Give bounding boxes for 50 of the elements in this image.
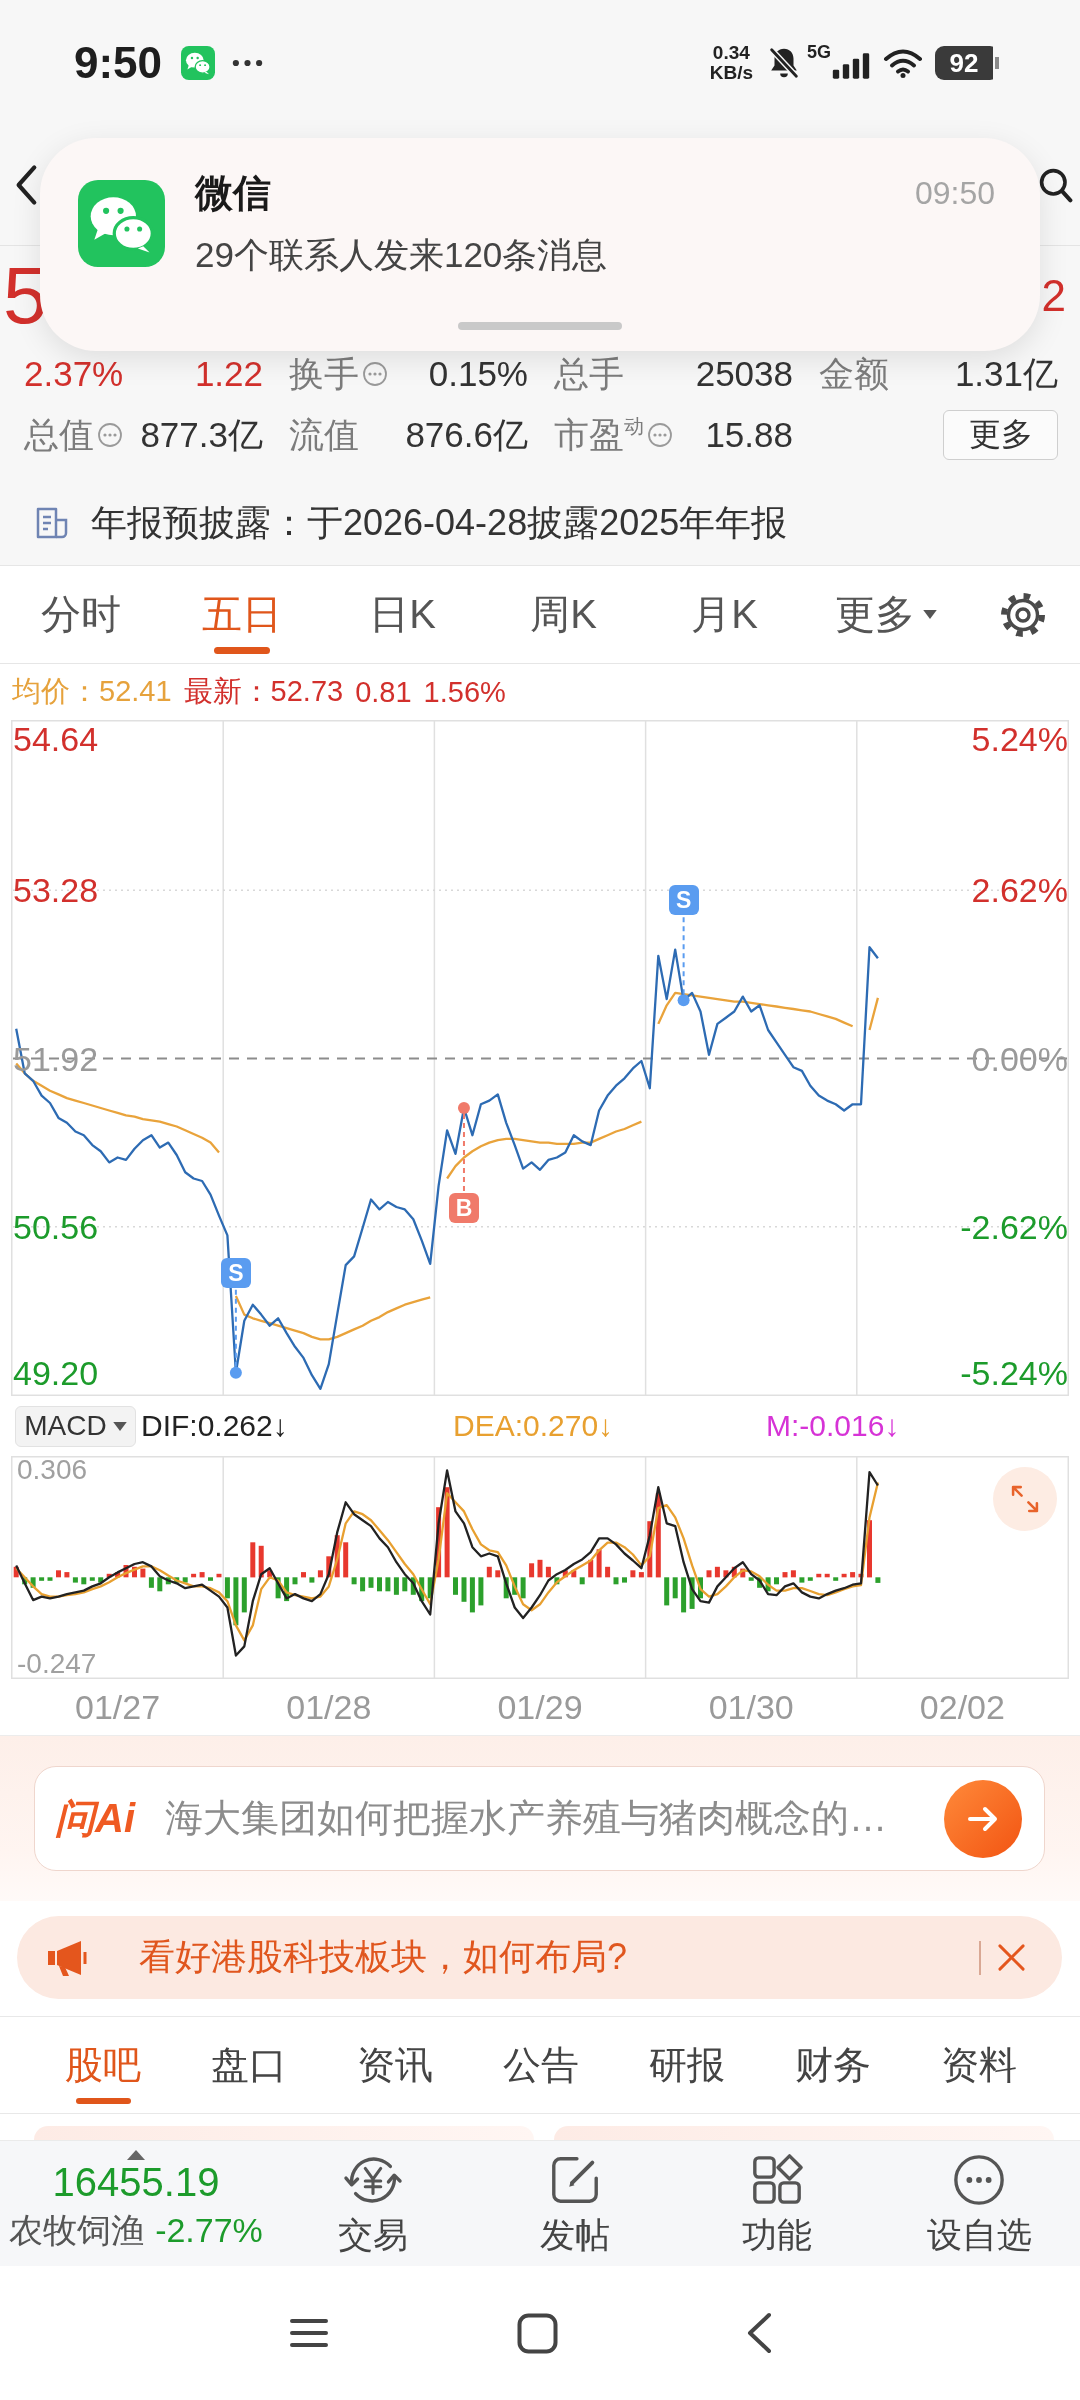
- network-type: 5G: [807, 42, 831, 61]
- stat-value: 877.3亿: [140, 413, 263, 456]
- date-label: 02/02: [919, 1687, 1005, 1727]
- macd-axis-label: -0.247: [17, 1649, 97, 1678]
- date-label: 01/27: [75, 1687, 161, 1727]
- price-reading: 均价：52.41: [12, 674, 172, 709]
- percent-axis-label: -2.62%: [960, 1206, 1068, 1247]
- clock-time: 9:50: [74, 37, 163, 88]
- change-percent: 2.37%: [24, 354, 124, 394]
- index-value: 16455.19: [52, 2160, 220, 2204]
- stat-label: 流值: [289, 413, 359, 456]
- stat-value: 15.88: [705, 415, 793, 455]
- price-axis-label: 54.64: [13, 719, 99, 759]
- index-change: -2.77%: [155, 2210, 263, 2251]
- stat-label: 换手: [289, 352, 359, 395]
- ai-logo: 问Ai: [55, 1795, 135, 1842]
- date-label: 01/29: [497, 1687, 583, 1727]
- price-reading: 最新：52.73: [183, 674, 344, 709]
- date-label: 01/30: [708, 1687, 794, 1727]
- speed-unit: KB/s: [709, 62, 753, 83]
- date-label: 01/28: [286, 1687, 372, 1727]
- stat-label: 市盈$^{动}$: [554, 413, 644, 456]
- stat-value: 0.15%: [428, 354, 528, 394]
- indicator-reading: M:-0.016↓: [766, 1409, 900, 1443]
- stat-label: 金额: [819, 352, 889, 395]
- value-fragment: 2: [1041, 274, 1066, 318]
- price-reading: 1.56%: [423, 675, 506, 709]
- stat-label: 总值: [24, 413, 94, 456]
- stat-value: 876.6亿: [405, 413, 528, 456]
- price-reading: 0.81: [355, 675, 412, 709]
- percent-axis-label: 2.62%: [971, 870, 1068, 911]
- indicator-reading: DIF:0.262↓: [141, 1409, 289, 1443]
- change-amount: 1.22: [194, 354, 263, 394]
- battery-indicator: 92: [935, 45, 999, 80]
- price-axis-label: 50.56: [13, 1206, 99, 1247]
- indicator-reading: DEA:0.270↓: [453, 1409, 615, 1443]
- percent-axis-label: -5.24%: [960, 1353, 1068, 1393]
- notification-message: 29个联系人发来120条消息: [195, 234, 609, 276]
- macd-axis-label: 0.306: [17, 1456, 88, 1484]
- stat-value: 25038: [695, 354, 793, 394]
- notification-time: 09:50: [914, 174, 995, 213]
- stat-label: 总手: [554, 352, 624, 395]
- notification-title: 微信: [195, 171, 272, 216]
- price-axis-label: 49.20: [13, 1353, 99, 1393]
- percent-axis-label: 5.24%: [971, 719, 1068, 759]
- price-axis-label: 53.28: [13, 870, 99, 911]
- stat-value: 1.31亿: [954, 352, 1058, 395]
- network-speed: 0.34: [712, 42, 750, 63]
- percent-axis-label: 0.00%: [971, 1038, 1068, 1079]
- sector-name: 农牧饲渔: [9, 2210, 146, 2251]
